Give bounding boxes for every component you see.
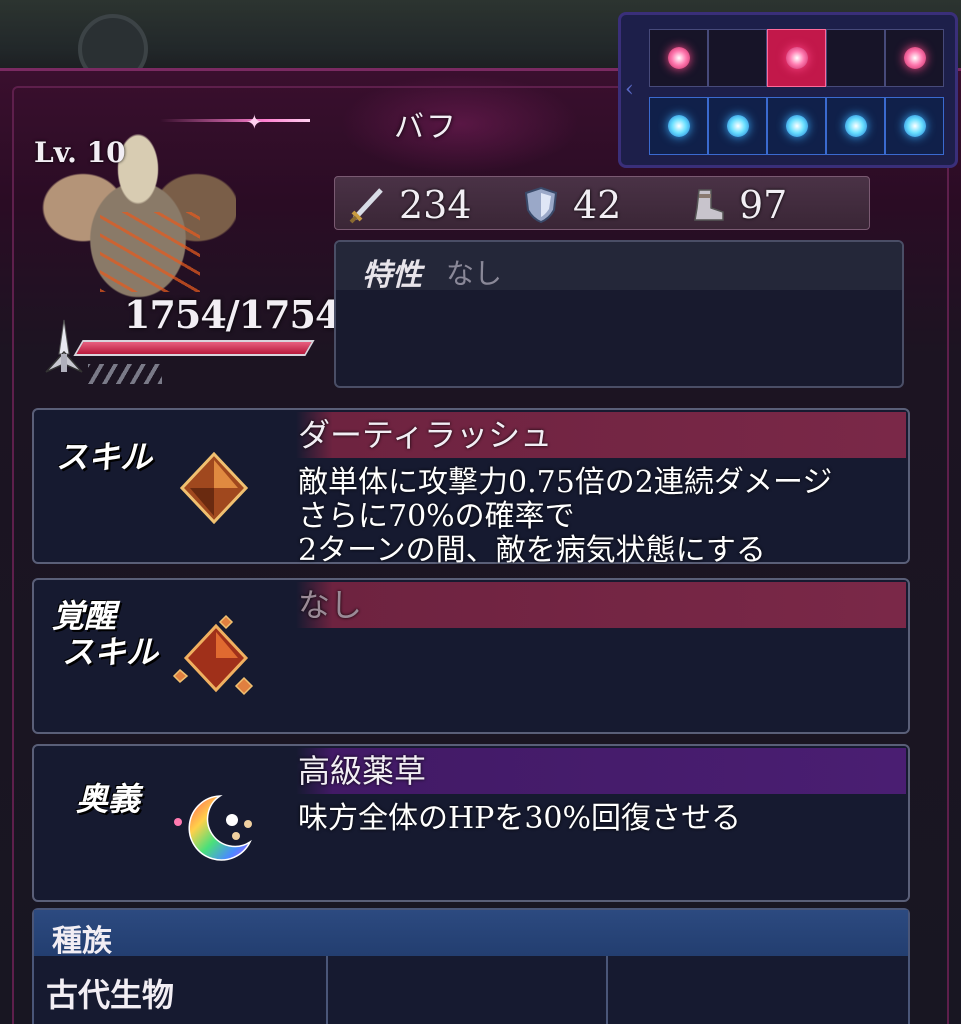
position-dot	[785, 115, 808, 137]
awaken-skill-label: 覚醒 スキル	[52, 598, 158, 670]
hp-bar-fill	[76, 342, 312, 354]
attack-stat: 234	[349, 183, 472, 227]
hp-text: 1754/1754	[124, 292, 341, 337]
awaken-skill-name-bar: なし	[296, 582, 906, 628]
ougi-label: 奥義	[76, 780, 141, 818]
formation-slot-active[interactable]	[767, 29, 826, 87]
formation-back-row	[649, 97, 944, 155]
shield-icon	[524, 186, 558, 224]
skill-name: ダーティラッシュ	[298, 416, 553, 454]
formation-slot[interactable]	[708, 29, 767, 87]
position-dot	[785, 47, 808, 69]
boot-icon	[694, 189, 724, 221]
race-label: 種族	[52, 924, 112, 959]
awaken-crystal-icon	[172, 614, 254, 696]
defense-value: 42	[573, 183, 622, 227]
awaken-label-line: 覚醒	[52, 597, 117, 635]
skill-desc-line: 敵単体に攻撃力0.75倍の2連続ダメージ	[298, 465, 833, 500]
sword-icon	[349, 188, 383, 224]
skill-name-bar: ダーティラッシュ	[296, 412, 906, 458]
skill-desc-line: 2ターンの間、敵を病気状態にする	[298, 533, 766, 568]
formation-slot[interactable]	[826, 29, 885, 87]
trait-panel: 特性 なし	[334, 240, 904, 388]
skill-panel[interactable]: スキル ダーティラッシュ 敵単体に攻撃力0.75倍の2連続ダメージ さらに70%…	[32, 408, 910, 568]
ougi-desc-line: 味方全体のHPを30%回復させる	[298, 801, 742, 836]
formation-slot[interactable]	[649, 29, 708, 87]
ougi-panel[interactable]: 奥義 高級薬草 味方全体のHPを30%回復させる	[32, 744, 910, 902]
position-dot	[844, 115, 867, 137]
rank-stripes	[88, 364, 162, 384]
position-dot	[667, 47, 690, 69]
crescent-moon-icon	[174, 795, 252, 861]
speed-value: 97	[739, 183, 788, 227]
ougi-name: 高級薬草	[298, 752, 427, 790]
race-header: 種族	[34, 910, 908, 959]
formation-slot[interactable]	[885, 97, 944, 155]
skill-desc-line: さらに70%の確率で	[298, 499, 575, 534]
formation-slot[interactable]	[767, 97, 826, 155]
speed-stat: 97	[689, 183, 787, 227]
skill-crystal-icon	[180, 452, 248, 524]
formation-slot[interactable]	[885, 29, 944, 87]
sword-icon	[45, 319, 83, 373]
awaken-label-line: スキル	[62, 633, 159, 671]
attack-value: 234	[399, 183, 472, 227]
position-dot	[903, 115, 926, 137]
formation-grid[interactable]: ‹	[618, 12, 958, 168]
level-label: Lv. 10	[34, 136, 126, 169]
formation-slot[interactable]	[826, 97, 885, 155]
awaken-skill-panel[interactable]: 覚醒 スキル なし	[32, 578, 910, 734]
formation-front-row	[649, 29, 944, 87]
race-cell	[328, 956, 608, 1024]
formation-slot[interactable]	[708, 97, 767, 155]
portrait-markings	[100, 212, 200, 292]
stats-bar: 234 42 97	[334, 176, 870, 230]
sparkle-icon: ✦	[246, 110, 263, 134]
position-dot	[726, 115, 749, 137]
defense-stat: 42	[523, 183, 621, 227]
race-value: 古代生物	[46, 976, 175, 1014]
position-dot	[903, 47, 926, 69]
trait-label: 特性	[362, 258, 422, 293]
awaken-skill-name: なし	[298, 586, 363, 624]
ougi-description: 味方全体のHPを30%回復させる	[298, 802, 741, 836]
skill-label: スキル	[56, 438, 153, 476]
page-title: バフ	[394, 110, 458, 145]
formation-slot[interactable]	[649, 97, 708, 155]
position-dot	[667, 115, 690, 137]
ougi-name-bar: 高級薬草	[296, 748, 906, 794]
hp-bar	[73, 340, 315, 356]
chevron-left-icon: ‹	[625, 77, 634, 102]
race-table: 種族 古代生物	[32, 908, 910, 1024]
trait-value: なし	[446, 257, 503, 290]
skill-description: 敵単体に攻撃力0.75倍の2連続ダメージ さらに70%の確率で 2ターンの間、敵…	[298, 466, 832, 568]
